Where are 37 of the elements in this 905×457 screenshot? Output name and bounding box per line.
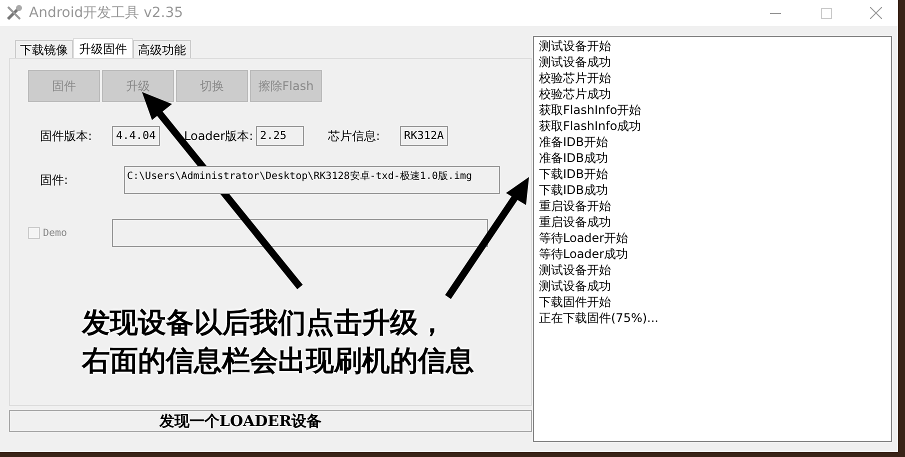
annotation-text: 右面的信息栏会出现刷机的信息 — [82, 344, 474, 378]
annotation-text: 发现设备以后我们点击升级， — [82, 306, 446, 340]
log-line: 测试设备开始 — [539, 262, 611, 278]
log-line: 准备IDB开始 — [539, 134, 608, 150]
log-line: 校验芯片开始 — [539, 70, 611, 86]
log-line: 校验芯片成功 — [539, 86, 611, 102]
value-field: 2.25 — [256, 126, 304, 146]
tab[interactable]: 高级功能 — [133, 40, 191, 58]
log-line: 准备IDB成功 — [539, 150, 608, 166]
window-title: Android开发工具 v2.35 — [29, 4, 184, 22]
log-line: 下载IDB开始 — [539, 166, 608, 182]
log-line: 获取FlashInfo开始 — [539, 102, 642, 118]
field-label: 固件: — [40, 172, 70, 189]
tab[interactable]: 升级固件 — [73, 38, 133, 58]
maximize-icon[interactable] — [821, 8, 832, 18]
log-line: 测试设备成功 — [539, 278, 611, 294]
log-line: 下载固件开始 — [539, 294, 611, 310]
status-bar: 发现一个LOADER设备 — [9, 410, 532, 432]
close-icon[interactable] — [870, 7, 882, 19]
field-label: 芯片信息: — [328, 128, 382, 145]
field-label: Loader版本: — [184, 128, 254, 145]
log-line: 重启设备开始 — [539, 198, 611, 214]
tab[interactable]: 下载镜像 — [15, 40, 73, 58]
field-label: 固件版本: — [40, 128, 94, 145]
log-line: 重启设备成功 — [539, 214, 611, 230]
log-line: 正在下载固件(75%)... — [539, 310, 658, 326]
log-line: 等待Loader成功 — [539, 246, 628, 262]
log-line: 测试设备开始 — [539, 38, 611, 54]
log-line: 下载IDB成功 — [539, 182, 608, 198]
value-field: RK312A — [400, 126, 448, 146]
path-field: C:\Users\Administrator\Desktop\RK3128安卓-txd-极速1.0版.img — [124, 166, 500, 194]
log-line: 测试设备成功 — [539, 54, 611, 70]
checkbox-label: Demo — [43, 226, 68, 240]
value-field: 4.4.04 — [112, 126, 160, 146]
tools-icon — [5, 4, 23, 22]
log-line: 等待Loader开始 — [539, 230, 628, 246]
log-line: 获取FlashInfo成功 — [539, 118, 642, 134]
